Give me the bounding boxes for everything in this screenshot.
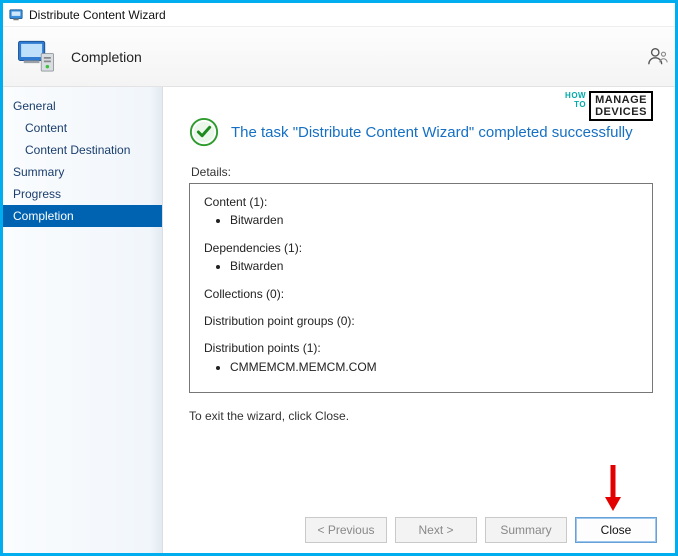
page-title: Completion [71,49,142,65]
summary-button: Summary [485,517,567,543]
nav-general[interactable]: General [3,95,162,117]
button-row: < Previous Next > Summary Close [305,517,657,543]
details-dependencies-item: Bitwarden [230,258,638,275]
user-icon [647,45,669,67]
nav-content[interactable]: Content [3,117,162,139]
wizard-body: General Content Content Destination Summ… [3,87,675,553]
watermark: HOWTOMANAGEDEVICES [565,91,653,121]
window-title: Distribute Content Wizard [29,8,166,22]
details-box: Content (1): Bitwarden Dependencies (1):… [189,183,653,393]
success-check-icon [189,117,219,147]
details-dpg-header: Distribution point groups (0): [204,313,638,330]
status-message: The task "Distribute Content Wizard" com… [231,124,633,141]
annotation-arrow-icon [603,463,623,513]
previous-button: < Previous [305,517,387,543]
computer-icon [15,36,57,78]
nav-progress[interactable]: Progress [3,183,162,205]
header-band: Completion [3,27,675,87]
title-bar: Distribute Content Wizard [3,3,675,27]
next-button: Next > [395,517,477,543]
app-icon [9,8,23,22]
close-button[interactable]: Close [575,517,657,543]
exit-instruction: To exit the wizard, click Close. [189,409,653,423]
nav-summary[interactable]: Summary [3,161,162,183]
details-collections-header: Collections (0): [204,286,638,303]
wizard-nav: General Content Content Destination Summ… [3,87,163,553]
window-frame: Distribute Content Wizard Completion Gen… [0,0,678,556]
status-row: The task "Distribute Content Wizard" com… [189,117,653,147]
details-content-item: Bitwarden [230,212,638,229]
details-content-header: Content (1): [204,194,638,211]
nav-content-destination[interactable]: Content Destination [3,139,162,161]
details-label: Details: [191,165,653,179]
details-dp-header: Distribution points (1): [204,340,638,357]
nav-completion[interactable]: Completion [3,205,162,227]
details-dependencies-header: Dependencies (1): [204,240,638,257]
details-dp-item: CMMEMCM.MEMCM.COM [230,359,638,376]
main-panel: HOWTOMANAGEDEVICES The task "Distribute … [163,87,675,553]
